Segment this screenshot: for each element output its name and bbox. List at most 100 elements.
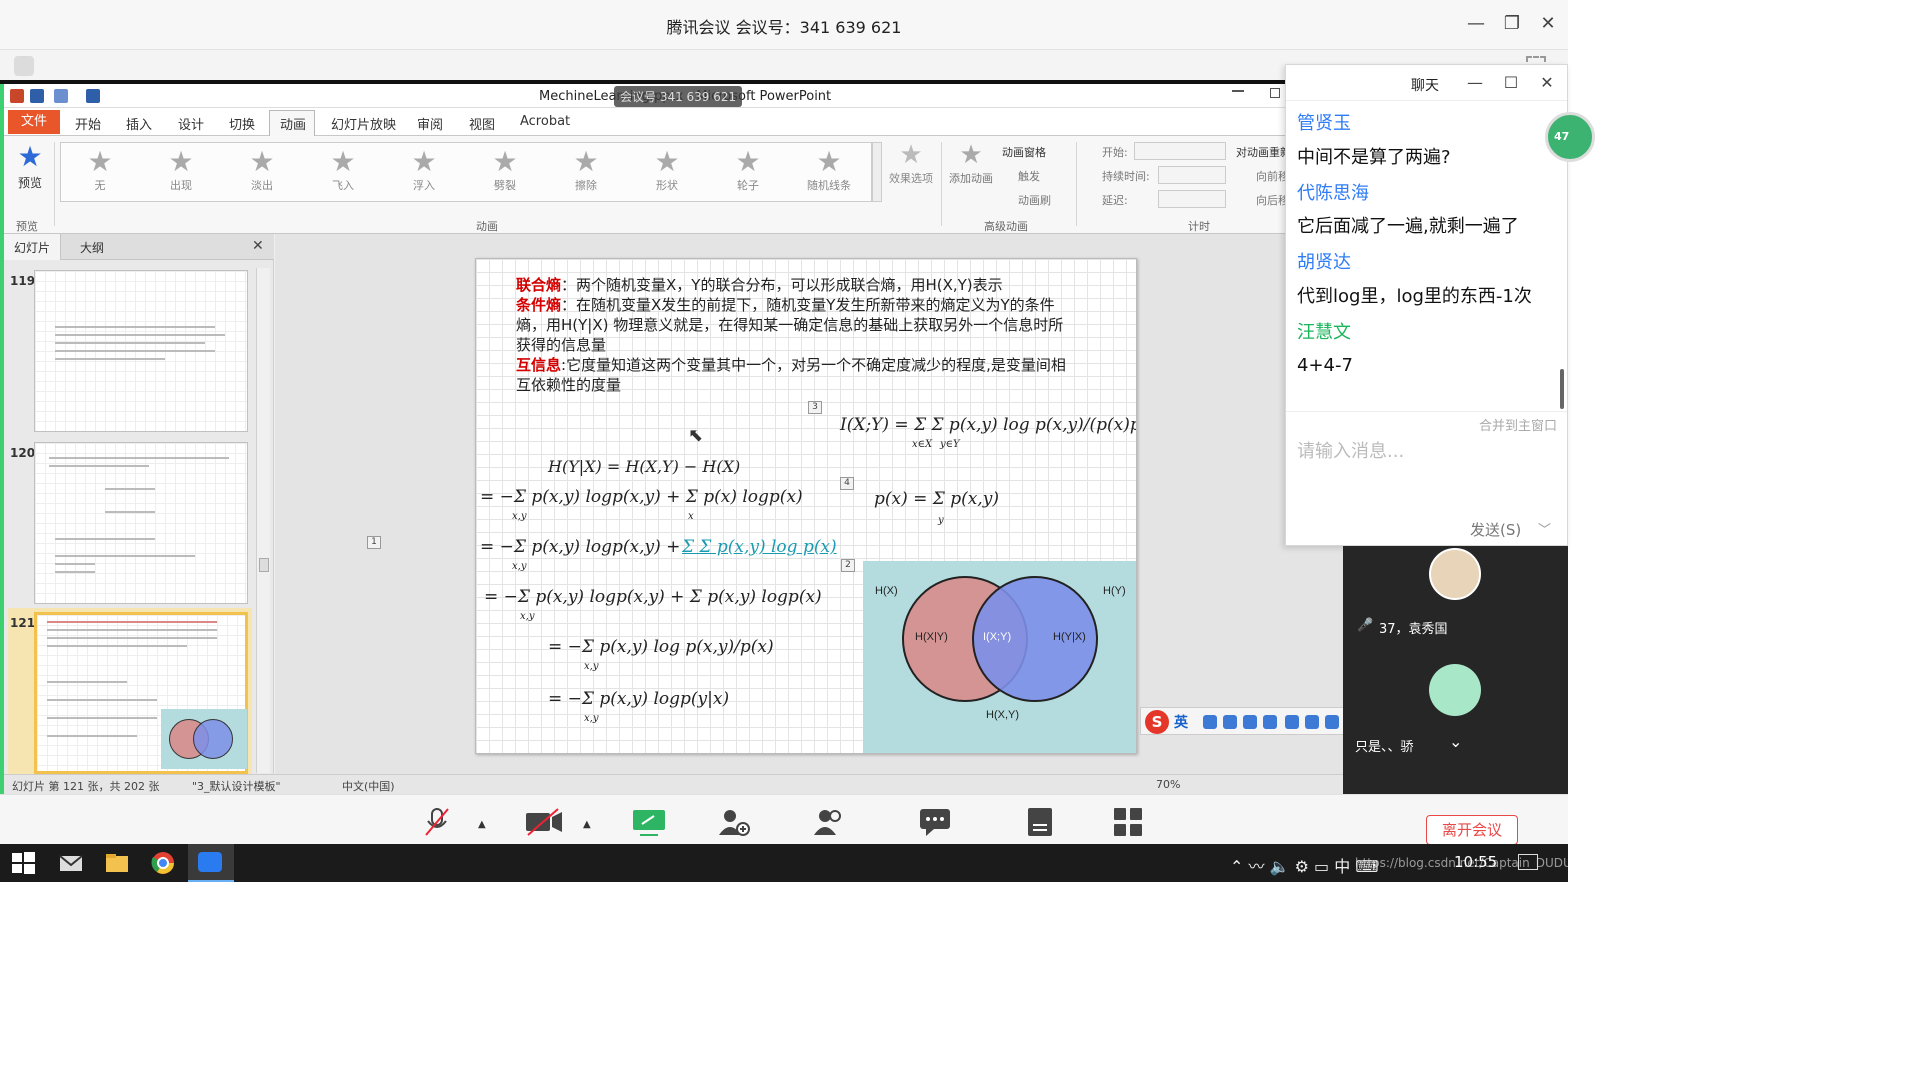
effect-options-button[interactable]: ★ 效果选项 [886,140,936,186]
invite-icon[interactable] [716,807,750,837]
close-icon[interactable]: ✕ [252,238,264,254]
anim-none[interactable]: ★ 无 [65,147,135,199]
participant-count-badge[interactable]: 47 [1545,112,1595,162]
tab-insert[interactable]: 插入 [126,114,152,133]
animation-marker[interactable]: 2 [841,559,855,572]
minimize-icon[interactable]: — [1464,12,1488,36]
sum-subscript: x,y [520,611,535,622]
skin-icon[interactable] [1305,715,1319,729]
taskbar-active-app[interactable] [188,844,234,882]
anim-shape[interactable]: ★ 形状 [632,147,702,199]
send-button[interactable]: 发送(S) [1470,519,1521,540]
anim-label: 擦除 [575,179,597,192]
redo-icon[interactable] [86,89,100,103]
anim-wipe[interactable]: ★ 擦除 [551,147,621,199]
windows-start-icon[interactable] [10,850,36,876]
merge-to-main-button[interactable]: 合并到主窗口 [1479,415,1557,434]
anim-appear[interactable]: ★ 出现 [146,147,216,199]
preview-button[interactable]: ★ 预览 [12,140,48,200]
tab-outline[interactable]: 大纲 [70,234,114,260]
mute-microphone-icon[interactable] [420,807,454,837]
chat-input[interactable]: 请输入消息... [1297,437,1404,463]
star-icon: ★ [249,145,275,178]
microphone-icon[interactable] [1243,715,1257,729]
sum-subscript: x [688,511,694,522]
duration-input[interactable] [1158,166,1226,184]
trigger-button[interactable]: 触发 [1018,168,1040,184]
notification-icon[interactable] [1518,854,1538,870]
undo-icon[interactable] [54,89,68,103]
screen-share-icon[interactable] [632,807,666,837]
keyboard-icon[interactable] [1263,715,1277,729]
apps-icon[interactable] [1112,807,1146,837]
chevron-up-icon[interactable]: ▲ [478,819,486,830]
participant-avatar[interactable] [1429,548,1481,600]
tab-design[interactable]: 设计 [178,114,204,133]
anim-split[interactable]: ★ 劈裂 [470,147,540,199]
thumb-text-line [55,342,205,344]
sogou-icon[interactable]: S [1145,710,1169,734]
file-explorer-icon[interactable] [104,850,130,876]
chevron-down-icon[interactable]: ﹀ [1538,519,1551,538]
emoji-icon[interactable] [1223,715,1237,729]
user-icon[interactable] [1285,715,1299,729]
toolbox-icon[interactable] [1325,715,1339,729]
slide-count: 幻灯片 第 121 张，共 202 张 [12,780,160,793]
tab-view[interactable]: 视图 [469,114,495,133]
thumb-text-line [47,681,127,683]
animation-marker[interactable]: 4 [840,477,854,490]
anim-wheel[interactable]: ★ 轮子 [713,147,783,199]
gallery-scroll[interactable] [872,142,882,202]
add-animation-button[interactable]: ★ 添加动画 [946,140,996,186]
ime-language[interactable]: 英 [1174,712,1188,732]
participants-icon[interactable] [812,807,846,837]
close-icon[interactable]: ✕ [1536,12,1560,36]
tab-slideshow[interactable]: 幻灯片放映 [331,114,396,133]
tab-file[interactable]: 文件 [8,110,60,134]
star-icon: ★ [87,145,113,178]
anim-fade[interactable]: ★ 淡出 [227,147,297,199]
document-icon[interactable] [1024,807,1058,837]
chat-icon[interactable] [918,807,952,837]
tab-animations[interactable]: 动画 [280,114,306,133]
ime-indicator[interactable]: 中 [1334,857,1350,876]
close-icon[interactable]: ✕ [1538,73,1556,92]
animation-painter-button[interactable]: 动画刷 [1018,192,1051,208]
save-icon[interactable] [30,89,44,103]
tab-home[interactable]: 开始 [75,114,101,133]
start-select[interactable] [1134,142,1226,160]
animation-marker[interactable]: 3 [808,401,822,414]
scroll-thumb[interactable] [259,558,269,572]
slide-thumbnail[interactable] [34,270,248,432]
chrome-icon[interactable] [150,850,176,876]
zoom-level[interactable]: 70% [1156,778,1180,791]
anim-float-in[interactable]: ★ 浮入 [389,147,459,199]
animation-marker[interactable]: 1 [367,536,381,549]
animation-pane-button[interactable]: 动画窗格 [1002,144,1046,160]
restore-icon[interactable]: ❐ [1500,12,1524,36]
minimize-icon[interactable]: — [1466,73,1484,92]
tab-acrobat[interactable]: Acrobat [520,114,570,129]
ppt-minimize-icon[interactable] [1232,90,1244,92]
stop-video-icon[interactable] [524,807,564,837]
slide-thumbnail[interactable] [34,442,248,604]
participant-avatar[interactable] [1429,664,1481,716]
slide-thumbnail-selected[interactable] [34,612,248,774]
anim-random-bars[interactable]: ★ 随机线条 [794,147,864,199]
chevron-down-icon[interactable]: ⌄ [1449,732,1462,751]
thumbnail-scrollbar[interactable] [256,268,270,773]
leave-meeting-button[interactable]: 离开会议 [1426,815,1518,845]
chat-scrollbar[interactable] [1560,369,1564,409]
chevron-up-icon[interactable]: ▲ [583,819,591,830]
tab-transitions[interactable]: 切换 [229,114,255,133]
current-slide[interactable]: 联合熵：两个随机变量X，Y的联合分布，可以形成联合熵，用H(X,Y)表示 条件熵… [475,258,1137,754]
anim-fly-in[interactable]: ★ 飞入 [308,147,378,199]
punctuation-icon[interactable] [1203,715,1217,729]
mail-icon[interactable] [58,850,84,876]
delay-input[interactable] [1158,190,1226,208]
maximize-icon[interactable]: ☐ [1502,73,1520,92]
language[interactable]: 中文(中国) [342,778,395,794]
tab-review[interactable]: 审阅 [417,114,443,133]
tab-slides[interactable]: 幻灯片 [4,234,62,260]
ppt-restore-icon[interactable] [1270,88,1280,98]
